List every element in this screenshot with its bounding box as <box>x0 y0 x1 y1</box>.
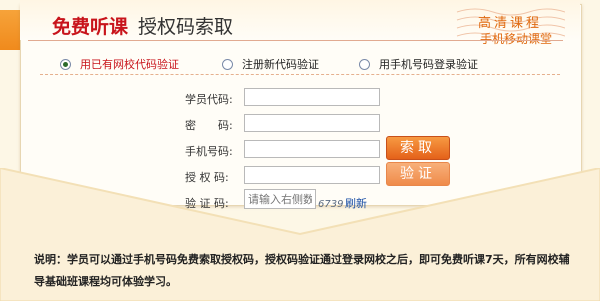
page-title-free: 免费听课 <box>52 16 129 38</box>
hd-course-tag: 高清课程 <box>478 16 543 31</box>
password-input[interactable] <box>244 114 380 132</box>
student-code-input[interactable] <box>244 88 380 106</box>
header-divider <box>28 40 563 41</box>
phone-label: 手机号码: <box>185 145 233 158</box>
envelope-flap <box>0 10 22 50</box>
verify-code-label: 验 证 码: <box>185 197 229 210</box>
phone-input[interactable] <box>244 140 380 158</box>
get-auth-code-button[interactable]: 索取 <box>386 136 450 160</box>
radio-icon[interactable] <box>359 58 370 70</box>
option-phone-login[interactable]: 用手机号码登录验证 <box>359 56 478 72</box>
option-label: 注册新代码验证 <box>242 58 319 71</box>
radio-icon[interactable] <box>222 58 233 70</box>
option-label: 用已有网校代码验证 <box>80 58 179 71</box>
options-divider <box>40 74 560 75</box>
instructions-note: 说明：学员可以通过手机号码免费索取授权码，授权码验证通过登录网校之后，即可免费听… <box>34 253 570 288</box>
radio-selected-icon[interactable] <box>60 58 71 70</box>
student-code-label: 学员代码: <box>185 93 233 106</box>
captcha-image: 6739 <box>318 199 344 210</box>
verify-code-input[interactable] <box>244 189 316 209</box>
mobile-course-tag: 手机移动课堂 <box>480 32 553 46</box>
option-label: 用手机号码登录验证 <box>379 58 478 71</box>
option-register-code[interactable]: 注册新代码验证 <box>222 56 319 72</box>
page-title-auth: 授权码索取 <box>138 16 234 38</box>
password-label: 密 码: <box>185 119 233 132</box>
refresh-captcha-link[interactable]: 刷新 <box>345 195 367 211</box>
option-school-code[interactable]: 用已有网校代码验证 <box>60 56 179 72</box>
